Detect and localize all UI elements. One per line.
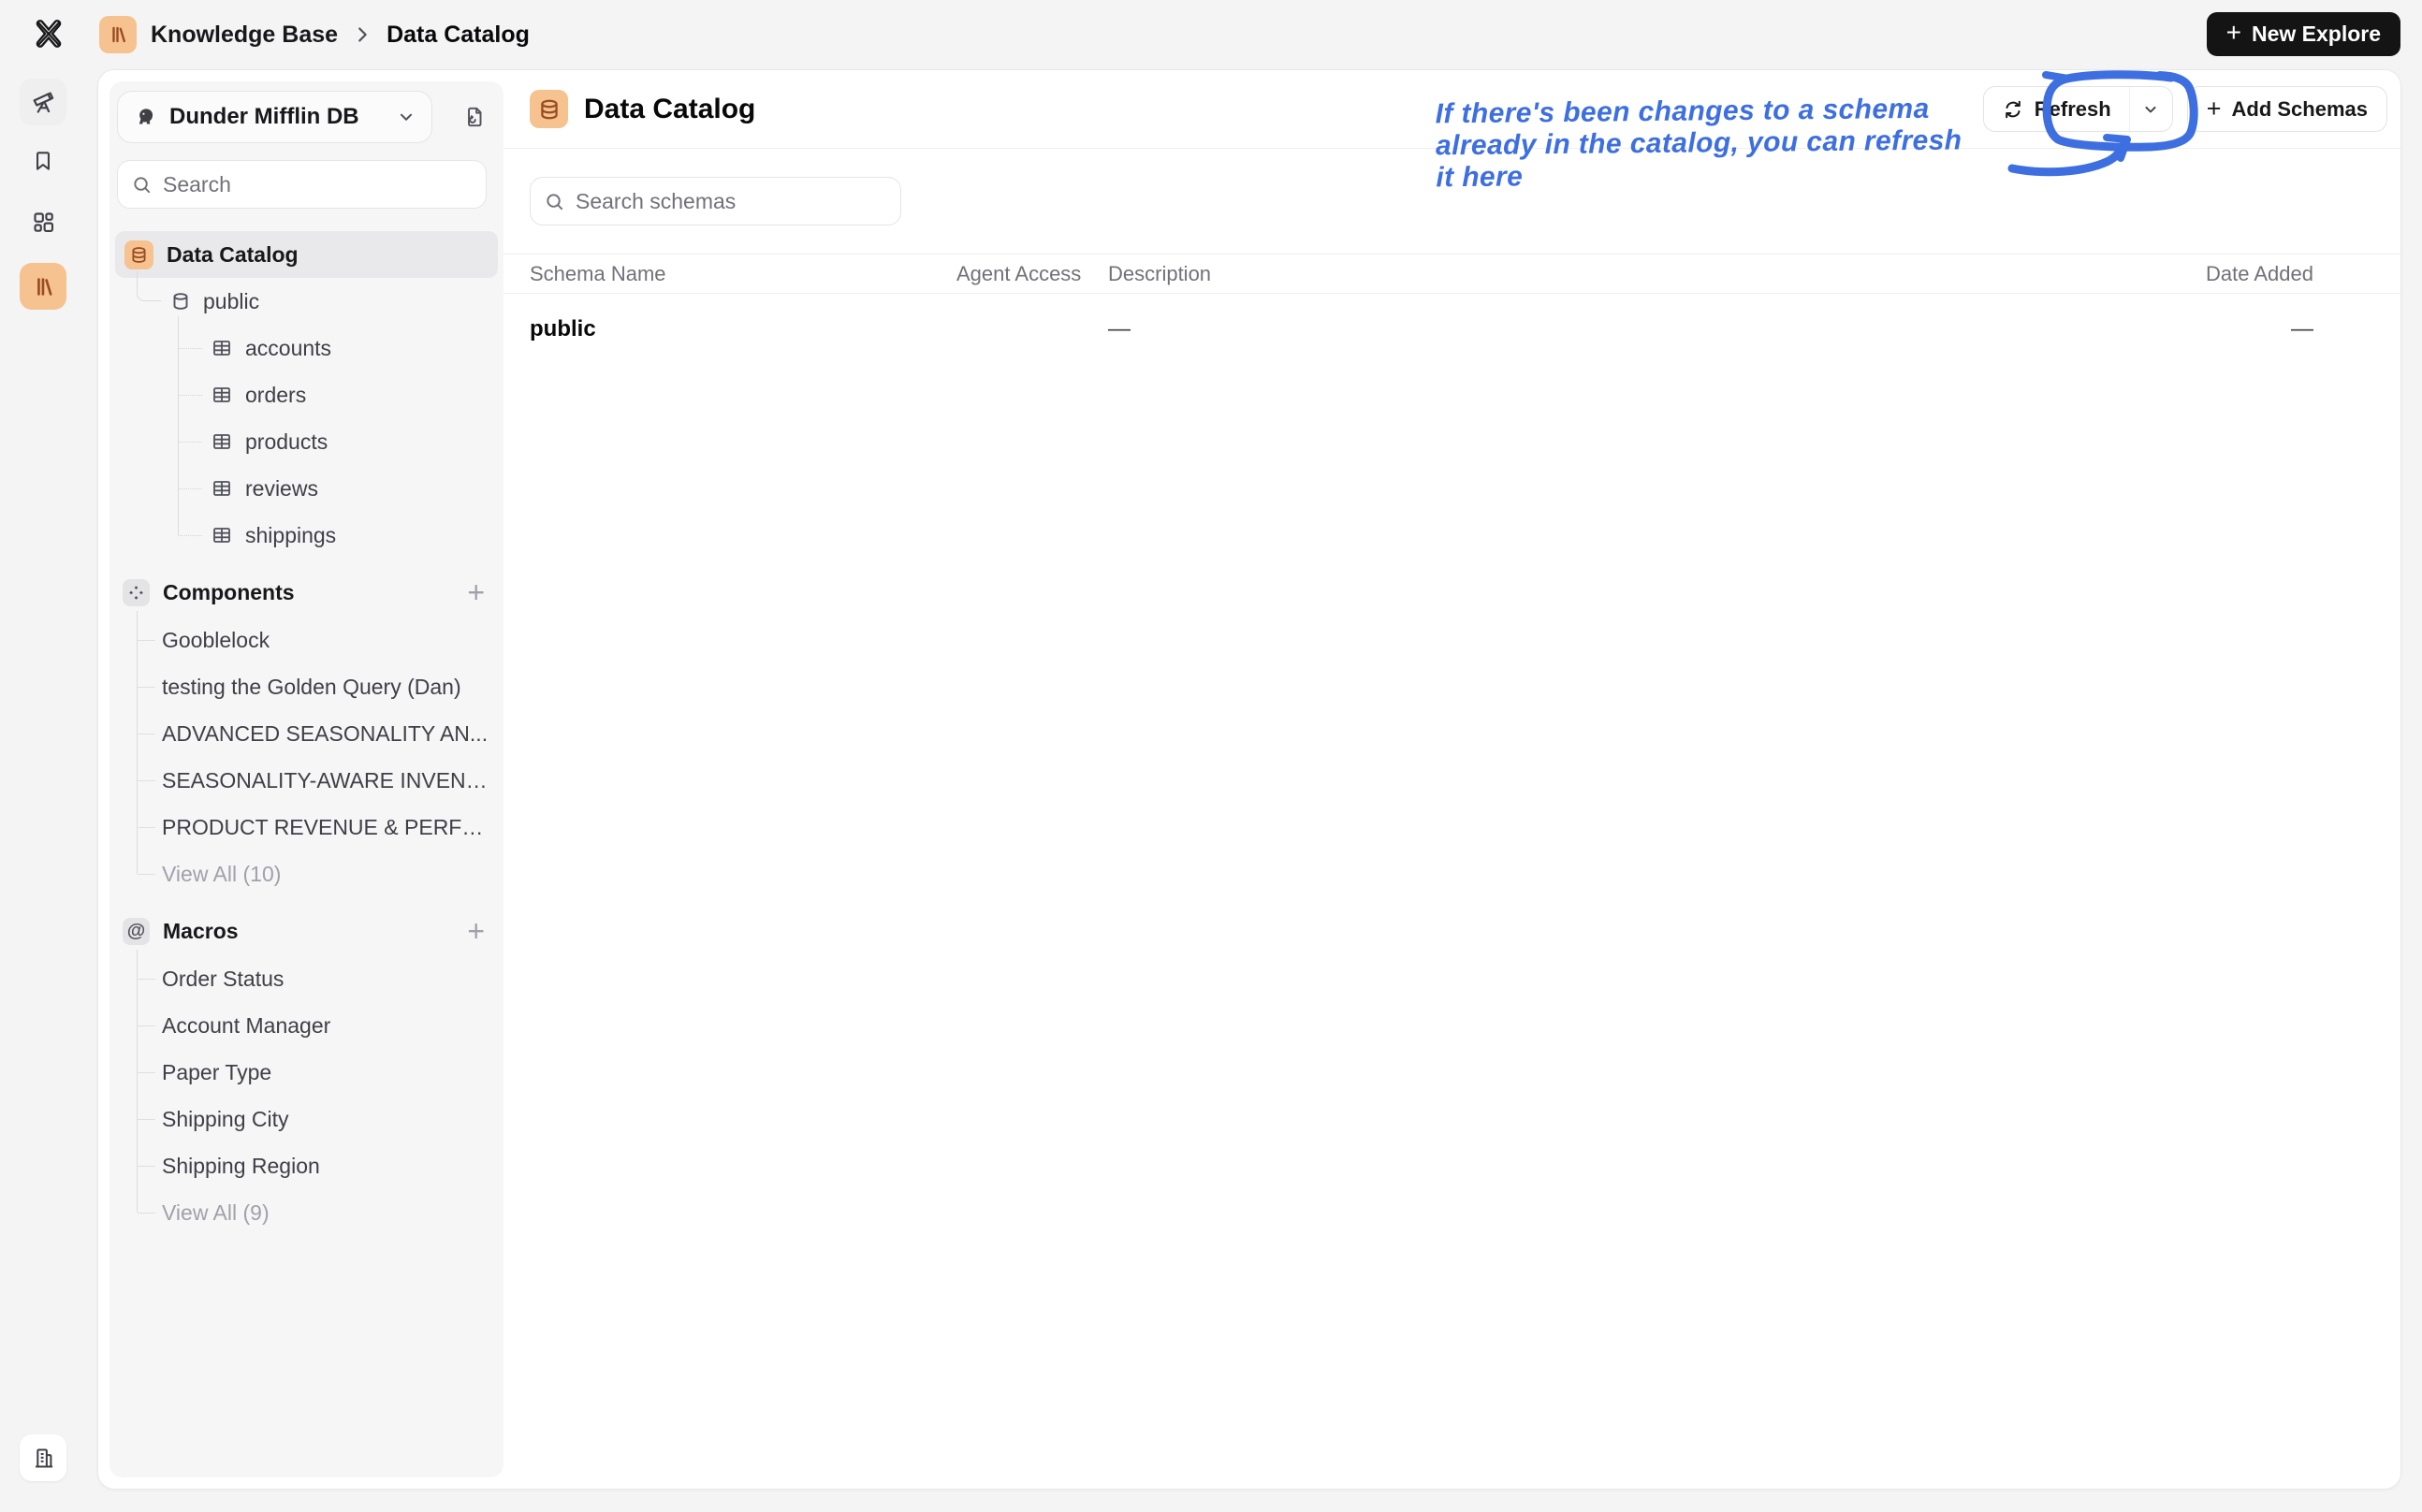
database-selector[interactable]: Dunder Mifflin DB bbox=[117, 91, 432, 143]
schema-icon bbox=[173, 293, 188, 310]
organization-icon[interactable] bbox=[20, 1434, 66, 1481]
component-item[interactable]: PRODUCT REVENUE & PERFOR... bbox=[109, 804, 503, 850]
breadcrumb-current: Data Catalog bbox=[387, 21, 530, 48]
knowledge-base-icon bbox=[99, 16, 137, 53]
page-title: Data Catalog bbox=[584, 93, 756, 124]
content-card: Dunder Mifflin DB Search Data Catalog pu… bbox=[97, 69, 2401, 1490]
table-icon bbox=[213, 387, 230, 402]
component-item[interactable]: ADVANCED SEASONALITY AN... bbox=[109, 710, 503, 757]
macro-item[interactable]: Shipping City bbox=[109, 1096, 503, 1142]
components-icon bbox=[123, 578, 150, 606]
macro-item[interactable]: Order Status bbox=[109, 955, 503, 1002]
new-explore-label: New Explore bbox=[2251, 22, 2381, 46]
sidebar-item-label: Data Catalog bbox=[167, 241, 299, 267]
table-label: orders bbox=[245, 382, 307, 407]
table-icon bbox=[213, 434, 230, 449]
table-label: products bbox=[245, 429, 328, 454]
sidebar-search-input[interactable] bbox=[163, 171, 473, 197]
macros-section-header[interactable]: @ Macros + bbox=[109, 907, 503, 955]
table-icon bbox=[213, 528, 230, 543]
macro-item[interactable]: Shipping Region bbox=[109, 1142, 503, 1189]
macros-list: Order Status Account Manager Paper Type … bbox=[109, 950, 503, 1236]
macros-label: Macros bbox=[163, 918, 239, 943]
schema-name-cell: public bbox=[530, 316, 596, 342]
table-label: accounts bbox=[245, 335, 332, 360]
table-icon bbox=[213, 341, 230, 356]
database-selector-label: Dunder Mifflin DB bbox=[169, 104, 359, 129]
bookmark-icon[interactable] bbox=[20, 138, 66, 184]
postgres-elephant-icon bbox=[139, 109, 153, 124]
toggle-knob bbox=[957, 318, 982, 343]
breadcrumb-section[interactable]: Knowledge Base bbox=[151, 22, 338, 49]
col-description: Description bbox=[1108, 261, 1212, 285]
date-added-cell: — bbox=[2291, 316, 2313, 342]
sidebar-item-table[interactable]: accounts bbox=[109, 325, 503, 371]
schema-tables-group: accounts orders products reviews shippin… bbox=[109, 316, 503, 559]
col-schema-name: Schema Name bbox=[530, 261, 666, 285]
macro-item[interactable]: Account Manager bbox=[109, 1002, 503, 1049]
new-explore-button[interactable]: + New Explore bbox=[2206, 12, 2400, 56]
refresh-button[interactable]: Refresh bbox=[1984, 87, 2130, 131]
component-item[interactable]: Gooblelock bbox=[109, 617, 503, 663]
macro-item[interactable]: Paper Type bbox=[109, 1049, 503, 1096]
components-list: Gooblelock testing the Golden Query (Dan… bbox=[109, 611, 503, 897]
plus-icon: + bbox=[2206, 94, 2222, 123]
add-schemas-label: Add Schemas bbox=[2231, 96, 2369, 121]
chevron-down-icon bbox=[396, 107, 416, 127]
breadcrumb: Knowledge Base Data Catalog bbox=[99, 0, 530, 69]
description-cell: — bbox=[1108, 316, 1131, 342]
table-label: shippings bbox=[245, 522, 337, 547]
sidebar: Dunder Mifflin DB Search Data Catalog pu… bbox=[109, 81, 503, 1477]
add-component-icon[interactable]: + bbox=[467, 577, 485, 607]
main-header: Data Catalog Refresh + Add Schemas bbox=[503, 70, 2400, 149]
file-history-icon[interactable] bbox=[455, 97, 494, 137]
components-view-all[interactable]: View All (10) bbox=[109, 850, 503, 897]
schema-search-input[interactable] bbox=[576, 188, 887, 214]
search-icon bbox=[547, 193, 563, 210]
table-icon bbox=[213, 481, 230, 496]
component-item[interactable]: SEASONALITY-AWARE INVENT... bbox=[109, 757, 503, 804]
component-item[interactable]: testing the Golden Query (Dan) bbox=[109, 663, 503, 710]
refresh-split-button: Refresh bbox=[1982, 86, 2173, 132]
refresh-icon bbox=[2005, 100, 2021, 118]
tree-connector bbox=[137, 271, 161, 301]
search-icon bbox=[134, 176, 151, 193]
add-macro-icon[interactable]: + bbox=[467, 916, 485, 946]
app-logo-icon[interactable] bbox=[28, 13, 69, 54]
topbar: Knowledge Base Data Catalog + New Explor… bbox=[0, 0, 2422, 69]
refresh-label: Refresh bbox=[2034, 96, 2111, 121]
main-panel: Data Catalog Refresh + Add Schemas Searc… bbox=[503, 70, 2400, 1489]
col-date-added: Date Added bbox=[2206, 261, 2313, 285]
refresh-menu-chevron-icon[interactable] bbox=[2130, 87, 2172, 131]
components-label: Components bbox=[163, 579, 295, 604]
macros-icon: @ bbox=[123, 917, 150, 945]
sidebar-item-table[interactable]: products bbox=[109, 418, 503, 465]
sidebar-item-table[interactable]: reviews bbox=[109, 465, 503, 512]
knowledge-base-rail-icon[interactable] bbox=[20, 263, 66, 310]
table-label: reviews bbox=[245, 475, 318, 501]
dashboards-icon[interactable] bbox=[20, 198, 66, 245]
left-rail bbox=[0, 69, 90, 1512]
schema-label: public bbox=[203, 288, 260, 313]
macros-view-all[interactable]: View All (9) bbox=[109, 1189, 503, 1236]
sidebar-item-table[interactable]: orders bbox=[109, 371, 503, 418]
data-catalog-icon bbox=[530, 90, 568, 128]
schema-search[interactable] bbox=[530, 177, 901, 225]
components-section-header[interactable]: Components + bbox=[109, 568, 503, 617]
sidebar-item-schema-public[interactable]: public bbox=[109, 271, 503, 325]
sidebar-item-table[interactable]: shippings bbox=[109, 512, 503, 559]
table-header: Schema Name Agent Access Description Dat… bbox=[503, 254, 2400, 294]
add-schemas-button[interactable]: + Add Schemas bbox=[2186, 86, 2387, 132]
sidebar-search[interactable] bbox=[117, 160, 487, 209]
plus-icon: + bbox=[2225, 18, 2241, 47]
col-agent-access: Agent Access bbox=[956, 261, 1082, 285]
telescope-icon[interactable] bbox=[20, 79, 66, 125]
sidebar-item-data-catalog[interactable]: Data Catalog bbox=[115, 231, 498, 278]
table-row[interactable]: public — — bbox=[503, 294, 2400, 365]
chevron-right-icon bbox=[352, 24, 372, 45]
database-icon bbox=[124, 240, 153, 269]
